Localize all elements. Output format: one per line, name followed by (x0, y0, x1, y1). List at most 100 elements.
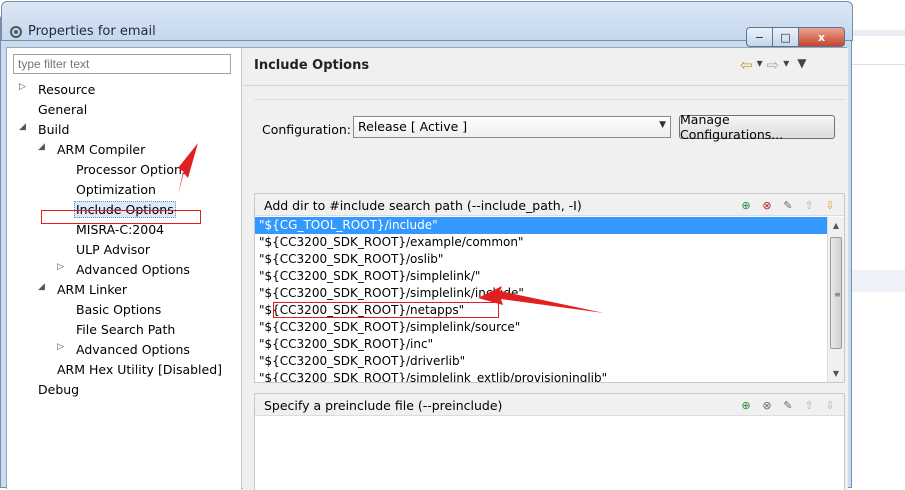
include-path-toolbar: ⊕ ⊗ ✎ ⇧ ⇩ (738, 197, 838, 213)
tree-item-label: Optimization (76, 182, 156, 197)
tree-item-general[interactable]: General (38, 102, 87, 120)
scroll-up-icon[interactable]: ▲ (828, 217, 844, 234)
edit-icon[interactable]: ✎ (780, 197, 796, 213)
forward-arrow-icon[interactable]: ⇨ (767, 56, 780, 74)
tree-item-resource[interactable]: ▷ Resource (19, 82, 95, 100)
tree-item-build[interactable]: ◢ Build (19, 122, 69, 140)
move-up-icon[interactable]: ⇧ (801, 397, 817, 413)
collapse-arrow-icon[interactable]: ◢ (38, 282, 45, 292)
gear-icon (10, 26, 22, 38)
list-item[interactable]: "${CC3200_SDK_ROOT}/driverlib" (255, 353, 827, 370)
tree-item-label: ARM Linker (57, 282, 127, 297)
add-icon[interactable]: ⊕ (738, 397, 754, 413)
tree-item-optimization[interactable]: Optimization (76, 182, 156, 200)
tree-item-label: File Search Path (76, 322, 176, 337)
delete-icon[interactable]: ⊗ (759, 397, 775, 413)
move-down-icon[interactable]: ⇩ (822, 397, 838, 413)
preinclude-toolbar: ⊕ ⊗ ✎ ⇧ ⇩ (738, 397, 838, 413)
collapse-arrow-icon[interactable]: ◢ (38, 142, 45, 152)
configuration-value: Release [ Active ] (358, 119, 468, 134)
tree-item-arm-hex-utility[interactable]: ARM Hex Utility [Disabled] (57, 362, 222, 380)
forward-menu-chevron-icon[interactable]: ▾ (783, 56, 789, 74)
tree-item-label: Processor Options (76, 162, 189, 177)
tree-item-advanced-options-compiler[interactable]: ▷ Advanced Options (57, 262, 190, 280)
tree-item-label: Advanced Options (76, 342, 190, 357)
back-arrow-icon[interactable]: ⇦ (740, 56, 753, 74)
edit-icon[interactable]: ✎ (780, 397, 796, 413)
include-path-header: Add dir to #include search path (--inclu… (255, 194, 844, 216)
tree-item-ulp-advisor[interactable]: ULP Advisor (76, 242, 150, 260)
scroll-down-icon[interactable]: ▼ (828, 365, 844, 382)
tree-item-label: MISRA-C:2004 (76, 222, 165, 237)
tree-item-label: Debug (38, 382, 80, 397)
list-item[interactable]: "${CC3200_SDK_ROOT}/simplelink/source" (255, 319, 827, 336)
expand-arrow-icon[interactable]: ▷ (57, 262, 64, 272)
maximize-button[interactable]: □ (773, 27, 799, 47)
configuration-label: Configuration: (262, 122, 351, 137)
vertical-scrollbar[interactable]: ▲ ≡ ▼ (827, 217, 844, 382)
expand-arrow-icon[interactable]: ▷ (19, 82, 26, 92)
dialog-client: ▷ Resource General ◢ Build ◢ ARM Compile… (6, 47, 848, 490)
tree-item-basic-options[interactable]: Basic Options (76, 302, 161, 320)
include-path-section: Add dir to #include search path (--inclu… (254, 193, 845, 383)
list-item[interactable]: "${CC3200_SDK_ROOT}/example/common" (255, 234, 827, 251)
preinclude-label: Specify a preinclude file (--preinclude) (264, 398, 503, 413)
include-path-label: Add dir to #include search path (--inclu… (264, 198, 582, 213)
header-divider (243, 85, 848, 86)
navigation-pane: ▷ Resource General ◢ Build ◢ ARM Compile… (7, 48, 242, 490)
configuration-select[interactable]: Release [ Active ] ▼ (353, 116, 671, 138)
tree-item-arm-linker[interactable]: ◢ ARM Linker (38, 282, 127, 300)
list-item[interactable]: "${CG_TOOL_ROOT}/include" (255, 217, 827, 234)
dropdown-arrow-icon: ▼ (659, 120, 666, 130)
configuration-group: Configuration: Release [ Active ] ▼ Mana… (254, 99, 845, 161)
tree-item-debug[interactable]: Debug (38, 382, 79, 400)
move-up-icon[interactable]: ⇧ (801, 197, 817, 213)
list-item[interactable]: "${CC3200_SDK_ROOT}/oslib" (255, 251, 827, 268)
back-menu-chevron-icon[interactable]: ▾ (757, 56, 763, 74)
background-highlight (852, 270, 905, 292)
background-window (852, 0, 905, 488)
list-item[interactable]: "${CC3200_SDK_ROOT}/simplelink/include" (255, 285, 827, 302)
caption-buttons: − □ x (746, 27, 854, 48)
filter-input[interactable] (13, 54, 231, 74)
tree-item-label: Build (38, 122, 70, 137)
background-divider (852, 64, 905, 65)
preinclude-list[interactable] (255, 417, 827, 487)
grip-icon: ≡ (834, 290, 841, 299)
add-icon[interactable]: ⊕ (738, 197, 754, 213)
list-item[interactable]: "${CC3200_SDK_ROOT}/simplelink/" (255, 268, 827, 285)
content-pane: Include Options ⇦ ▾ ⇨ ▾ ▼ Configuration:… (243, 48, 848, 490)
title-bar[interactable]: Properties for email (1, 1, 853, 41)
tree-item-advanced-options-linker[interactable]: ▷ Advanced Options (57, 342, 190, 360)
history-nav: ⇦ ▾ ⇨ ▾ ▼ (740, 56, 806, 74)
delete-icon[interactable]: ⊗ (759, 197, 775, 213)
tree-item-label: ARM Hex Utility [Disabled] (57, 362, 223, 377)
properties-dialog: Properties for email − □ x ▷ Resource Ge… (0, 1, 854, 490)
tree-item-processor-options[interactable]: Processor Options (76, 162, 188, 180)
tree-item-file-search-path[interactable]: File Search Path (76, 322, 175, 340)
window-title: Properties for email (28, 24, 156, 39)
include-path-list[interactable]: "${CG_TOOL_ROOT}/include" "${CC3200_SDK_… (255, 217, 827, 382)
scroll-thumb[interactable]: ≡ (830, 237, 842, 349)
preinclude-section: Specify a preinclude file (--preinclude)… (254, 393, 845, 490)
tree-item-misra[interactable]: MISRA-C:2004 (76, 222, 164, 240)
list-item[interactable]: "${CC3200_SDK_ROOT}/inc" (255, 336, 827, 353)
close-button[interactable]: x (799, 27, 845, 47)
expand-arrow-icon[interactable]: ▷ (57, 342, 64, 352)
collapse-arrow-icon[interactable]: ◢ (19, 122, 26, 132)
manage-configurations-button[interactable]: Manage Configurations... (679, 112, 835, 142)
tree-item-label: ULP Advisor (76, 242, 151, 257)
annotation-box-netapps (273, 302, 499, 318)
minimize-button[interactable]: − (746, 27, 773, 47)
background-bar (852, 30, 905, 36)
tree-item-label: General (38, 102, 88, 117)
preinclude-header: Specify a preinclude file (--preinclude)… (255, 394, 844, 416)
tree-item-arm-compiler[interactable]: ◢ ARM Compiler (38, 142, 145, 160)
tree-item-label: ARM Compiler (57, 142, 146, 157)
tree-item-label: Basic Options (76, 302, 162, 317)
view-menu-icon[interactable]: ▼ (797, 56, 806, 74)
page-title: Include Options (254, 58, 370, 73)
list-item[interactable]: "${CC3200_SDK_ROOT}/simplelink_extlib/pr… (255, 370, 827, 382)
tree-item-label: Resource (38, 82, 96, 97)
move-down-icon[interactable]: ⇩ (822, 197, 838, 213)
